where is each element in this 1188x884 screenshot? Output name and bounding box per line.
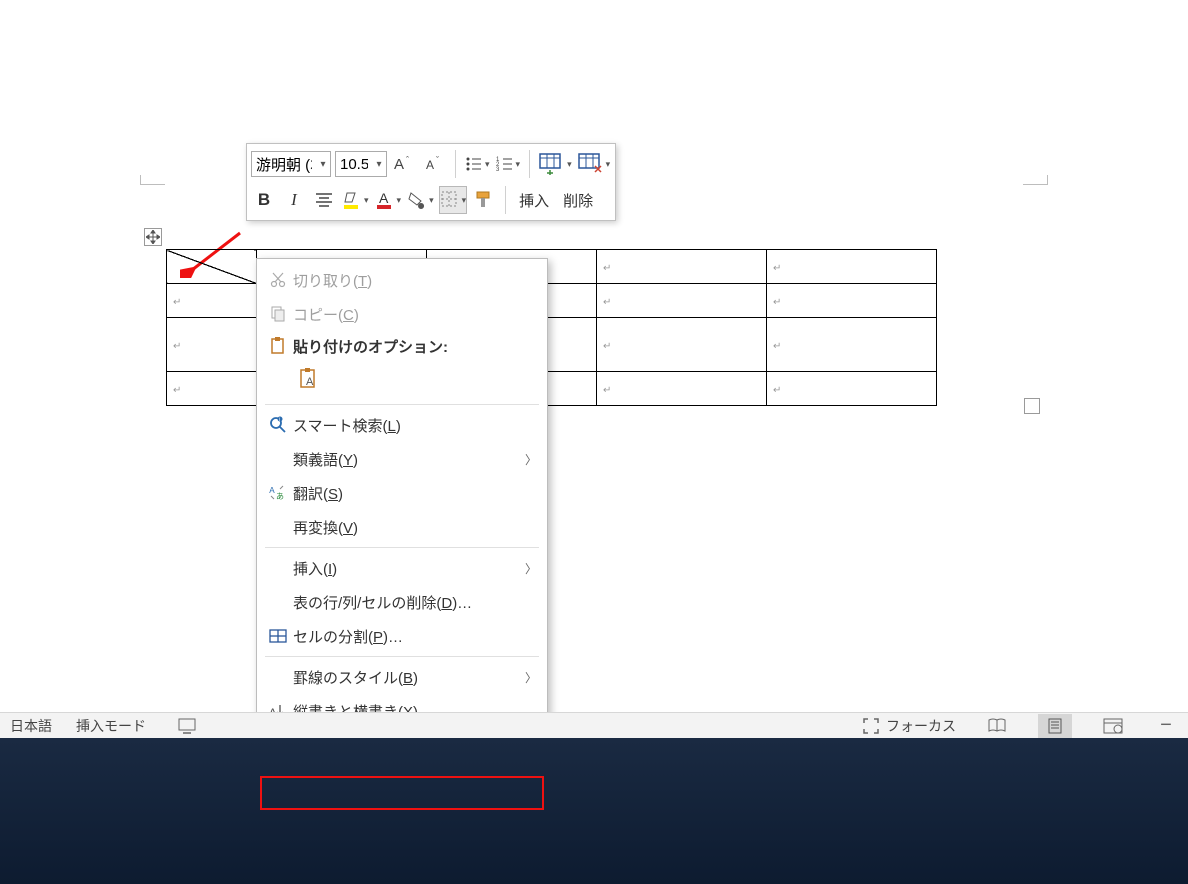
- print-layout-button[interactable]: [1038, 714, 1072, 738]
- bullets-button[interactable]: ▾: [464, 150, 491, 178]
- svg-text:A: A: [394, 156, 404, 173]
- highlight-color-button[interactable]: ▾: [341, 186, 370, 214]
- svg-text:A: A: [306, 376, 314, 388]
- borders-button[interactable]: ▾: [439, 186, 468, 214]
- svg-text:ˇ: ˇ: [436, 155, 439, 165]
- table-cell[interactable]: ↵: [597, 250, 767, 284]
- status-language[interactable]: 日本語: [10, 716, 52, 736]
- font-color-button[interactable]: A ▾: [374, 186, 403, 214]
- table-cell[interactable]: ↵: [597, 318, 767, 372]
- table-move-handle[interactable]: [144, 228, 162, 246]
- menu-label: 貼り付けのオプション:: [293, 336, 537, 357]
- focus-label: フォーカス: [886, 716, 956, 736]
- shading-button[interactable]: ▾: [406, 186, 435, 214]
- paste-keep-text-button[interactable]: A: [293, 363, 325, 395]
- windows-taskbar: [0, 738, 1188, 884]
- split-cells-icon: [263, 627, 293, 645]
- search-icon: i: [263, 416, 293, 434]
- menu-split-cells[interactable]: セルの分割(P)…: [257, 619, 547, 653]
- menu-border-styles[interactable]: 罫線のスタイル(B) 〉: [257, 660, 547, 694]
- svg-text:ˆ: ˆ: [406, 155, 409, 165]
- align-center-button[interactable]: [311, 186, 337, 214]
- scissors-icon: [263, 271, 293, 289]
- menu-insert[interactable]: 挿入(I) 〉: [257, 551, 547, 585]
- italic-button[interactable]: I: [281, 186, 307, 214]
- zoom-out-button[interactable]: −: [1154, 714, 1178, 738]
- bold-button[interactable]: B: [251, 186, 277, 214]
- table-cell[interactable]: ↵: [767, 284, 937, 318]
- svg-text:A: A: [426, 158, 434, 172]
- menu-reconvert[interactable]: 再変換(V): [257, 510, 547, 544]
- menu-delete-cells[interactable]: 表の行/列/セルの削除(D)…: [257, 585, 547, 619]
- menu-paste-options-header: 貼り付けのオプション:: [257, 331, 547, 361]
- font-size-input[interactable]: [336, 152, 372, 176]
- font-name-input[interactable]: [252, 152, 316, 176]
- page-margin-mark-left: [140, 175, 165, 185]
- read-mode-button[interactable]: [980, 714, 1014, 738]
- grow-font-button[interactable]: Aˆ: [391, 150, 417, 178]
- menu-synonyms[interactable]: 類義語(Y) 〉: [257, 442, 547, 476]
- table-cell[interactable]: ↵: [597, 372, 767, 406]
- chevron-down-icon[interactable]: ▾: [372, 159, 386, 170]
- menu-label: スマート検索(L): [293, 415, 537, 436]
- focus-icon: [862, 717, 880, 735]
- web-layout-button[interactable]: [1096, 714, 1130, 738]
- table-cell[interactable]: [167, 250, 257, 284]
- table-cell[interactable]: ↵: [767, 318, 937, 372]
- format-painter-button[interactable]: [471, 186, 497, 214]
- menu-copy[interactable]: コピー(C): [257, 297, 547, 331]
- table-cell[interactable]: ↵: [167, 372, 257, 406]
- menu-label: 翻訳(S): [293, 483, 537, 504]
- table-resize-handle[interactable]: [1024, 398, 1040, 414]
- page-margin-mark-right: [1023, 175, 1048, 185]
- menu-cut[interactable]: 切り取り(T): [257, 263, 547, 297]
- table-cell[interactable]: ↵: [767, 250, 937, 284]
- table-cell[interactable]: ↵: [597, 284, 767, 318]
- clipboard-icon: [263, 337, 293, 355]
- chevron-down-icon[interactable]: ▾: [316, 159, 330, 170]
- svg-text:i: i: [279, 417, 280, 423]
- menu-label: 類義語(Y): [293, 449, 521, 470]
- table-cell[interactable]: ↵: [167, 318, 257, 372]
- delete-button[interactable]: 削除: [558, 186, 598, 214]
- delete-table-ops-button[interactable]: ▾: [577, 150, 612, 178]
- svg-text:3: 3: [496, 167, 500, 173]
- menu-label: 罫線のスタイル(B): [293, 667, 521, 688]
- svg-text:あ: あ: [276, 492, 284, 501]
- menu-label: コピー(C): [293, 304, 537, 325]
- font-size-combo[interactable]: ▾: [335, 151, 387, 177]
- mini-toolbar: ▾ ▾ Aˆ Aˇ ▾ 123 ▾ ▾ ▾ B I: [246, 143, 616, 221]
- shrink-font-button[interactable]: Aˇ: [421, 150, 447, 178]
- status-bar: 日本語 挿入モード フォーカス −: [0, 712, 1188, 738]
- menu-smart-lookup[interactable]: i スマート検索(L): [257, 408, 547, 442]
- focus-mode-button[interactable]: フォーカス: [862, 716, 956, 736]
- table-cell[interactable]: ↵: [167, 284, 257, 318]
- menu-label: 挿入(I): [293, 558, 521, 579]
- insert-button[interactable]: 挿入: [514, 186, 554, 214]
- chevron-right-icon: 〉: [521, 669, 537, 686]
- table-cell[interactable]: ↵: [767, 372, 937, 406]
- chevron-right-icon: 〉: [521, 560, 537, 577]
- numbering-button[interactable]: 123 ▾: [495, 150, 522, 178]
- paste-options-row: A: [257, 361, 547, 401]
- status-insert-mode[interactable]: 挿入モード: [76, 716, 146, 736]
- display-settings-icon[interactable]: [170, 714, 204, 738]
- insert-table-ops-button[interactable]: ▾: [538, 150, 573, 178]
- menu-label: 再変換(V): [293, 517, 537, 538]
- copy-icon: [263, 305, 293, 323]
- chevron-right-icon: 〉: [521, 451, 537, 468]
- menu-translate[interactable]: Ａあ 翻訳(S): [257, 476, 547, 510]
- svg-text:Ａ: Ａ: [268, 486, 276, 495]
- svg-text:A: A: [379, 190, 389, 206]
- font-name-combo[interactable]: ▾: [251, 151, 331, 177]
- translate-icon: Ａあ: [263, 484, 293, 502]
- menu-label: 切り取り(T): [293, 270, 537, 291]
- menu-label: セルの分割(P)…: [293, 626, 537, 647]
- menu-label: 表の行/列/セルの削除(D)…: [293, 592, 537, 613]
